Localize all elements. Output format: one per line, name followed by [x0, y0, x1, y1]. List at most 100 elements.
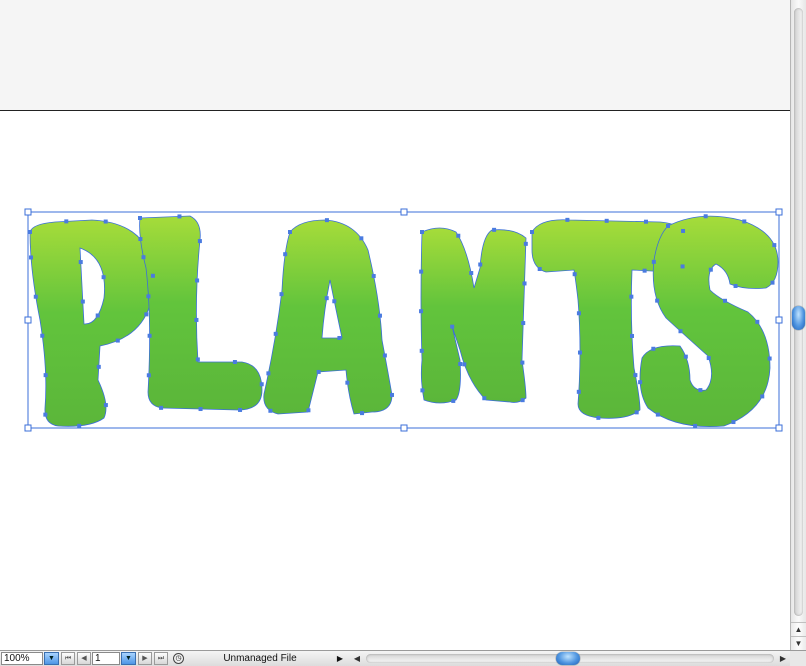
anchor-point[interactable]	[450, 324, 455, 329]
anchor-point[interactable]	[629, 294, 634, 299]
anchor-point[interactable]	[420, 388, 425, 393]
document-status-icon[interactable]: ◷	[173, 653, 184, 664]
anchor-point[interactable]	[767, 356, 772, 361]
anchor-point[interactable]	[577, 350, 582, 355]
anchor-point[interactable]	[520, 360, 525, 365]
anchor-point[interactable]	[565, 217, 570, 222]
anchor-point[interactable]	[95, 313, 100, 318]
status-menu-arrow-icon[interactable]: ▶	[334, 652, 346, 665]
anchor-point[interactable]	[198, 407, 203, 412]
anchor-point[interactable]	[146, 294, 151, 299]
first-page-icon[interactable]: ⏮	[61, 652, 75, 665]
anchor-point[interactable]	[43, 412, 48, 417]
anchor-point[interactable]	[651, 346, 656, 351]
anchor-point[interactable]	[337, 336, 342, 340]
anchor-point[interactable]	[324, 296, 329, 301]
plants-artwork[interactable]	[0, 111, 790, 650]
anchor-point[interactable]	[742, 219, 747, 224]
anchor-point[interactable]	[772, 243, 777, 248]
resize-handle[interactable]	[775, 208, 783, 216]
anchor-point[interactable]	[141, 255, 146, 260]
anchor-point[interactable]	[150, 273, 155, 278]
anchor-point[interactable]	[259, 382, 264, 387]
anchor-point[interactable]	[146, 373, 151, 378]
anchor-point[interactable]	[382, 353, 387, 358]
anchor-point[interactable]	[703, 214, 708, 219]
anchor-point[interactable]	[195, 357, 200, 362]
anchor-point[interactable]	[232, 360, 237, 364]
anchor-point[interactable]	[576, 389, 581, 394]
anchor-point[interactable]	[693, 423, 698, 428]
artboard-canvas[interactable]	[0, 111, 790, 650]
resize-handle[interactable]	[400, 424, 408, 432]
letter-a-shape[interactable]	[263, 219, 393, 415]
anchor-point[interactable]	[103, 403, 108, 408]
zoom-level-field[interactable]: 100%	[1, 652, 43, 665]
anchor-point[interactable]	[604, 218, 609, 223]
anchor-point[interactable]	[458, 362, 463, 367]
scroll-up-arrow-icon[interactable]: ▲	[791, 622, 806, 636]
anchor-point[interactable]	[159, 405, 164, 410]
anchor-point[interactable]	[360, 411, 365, 416]
anchor-point[interactable]	[492, 227, 497, 232]
anchor-point[interactable]	[638, 380, 643, 385]
anchor-point[interactable]	[482, 396, 487, 401]
anchor-point[interactable]	[522, 281, 527, 286]
anchor-point[interactable]	[316, 369, 321, 374]
anchor-point[interactable]	[706, 356, 711, 361]
anchor-point[interactable]	[681, 228, 686, 233]
anchor-point[interactable]	[101, 275, 106, 280]
anchor-point[interactable]	[420, 230, 424, 234]
anchor-point[interactable]	[273, 331, 278, 336]
horizontal-scroll-thumb[interactable]	[556, 652, 580, 665]
anchor-point[interactable]	[419, 269, 424, 274]
anchor-point[interactable]	[576, 311, 581, 316]
page-number-field[interactable]: 1	[92, 652, 120, 665]
resize-handle[interactable]	[400, 208, 408, 216]
anchor-point[interactable]	[419, 309, 424, 314]
anchor-point[interactable]	[288, 230, 292, 234]
anchor-point[interactable]	[655, 298, 660, 303]
anchor-point[interactable]	[698, 388, 703, 393]
previous-page-icon[interactable]: ◀	[77, 652, 91, 665]
anchor-point[interactable]	[630, 333, 635, 338]
anchor-point[interactable]	[456, 233, 461, 238]
resize-handle[interactable]	[775, 424, 783, 432]
horizontal-scrollbar[interactable]: ◀ ▶	[350, 651, 790, 666]
vertical-scrollbar[interactable]: ▲ ▼	[790, 0, 806, 650]
anchor-point[interactable]	[77, 423, 82, 428]
scroll-down-arrow-icon[interactable]: ▼	[791, 636, 806, 650]
anchor-point[interactable]	[572, 272, 577, 277]
anchor-point[interactable]	[80, 299, 85, 304]
anchor-point[interactable]	[306, 408, 311, 413]
anchor-point[interactable]	[279, 292, 284, 297]
anchor-point[interactable]	[419, 348, 424, 353]
anchor-point[interactable]	[633, 373, 638, 378]
anchor-point[interactable]	[683, 354, 688, 359]
resize-handle[interactable]	[24, 424, 32, 432]
anchor-point[interactable]	[521, 321, 526, 326]
anchor-point[interactable]	[680, 264, 685, 269]
anchor-point[interactable]	[634, 410, 639, 415]
zoom-dropdown-icon[interactable]: ▼	[44, 652, 59, 665]
anchor-point[interactable]	[596, 415, 601, 420]
anchor-point[interactable]	[469, 271, 474, 276]
anchor-point[interactable]	[266, 371, 271, 376]
anchor-point[interactable]	[708, 267, 713, 272]
anchor-point[interactable]	[678, 329, 683, 334]
anchor-point[interactable]	[43, 373, 48, 378]
anchor-point[interactable]	[195, 278, 200, 283]
anchor-point[interactable]	[147, 333, 152, 338]
anchor-point[interactable]	[733, 283, 738, 288]
anchor-point[interactable]	[283, 252, 288, 257]
anchor-point[interactable]	[29, 255, 34, 260]
anchor-point[interactable]	[78, 260, 83, 265]
anchor-point[interactable]	[177, 214, 182, 219]
anchor-point[interactable]	[666, 224, 670, 228]
anchor-point[interactable]	[451, 398, 456, 403]
anchor-point[interactable]	[332, 299, 337, 304]
anchor-point[interactable]	[723, 298, 728, 303]
anchor-point[interactable]	[523, 241, 528, 246]
anchor-point[interactable]	[194, 317, 199, 322]
letter-n-shape[interactable]	[420, 227, 527, 404]
